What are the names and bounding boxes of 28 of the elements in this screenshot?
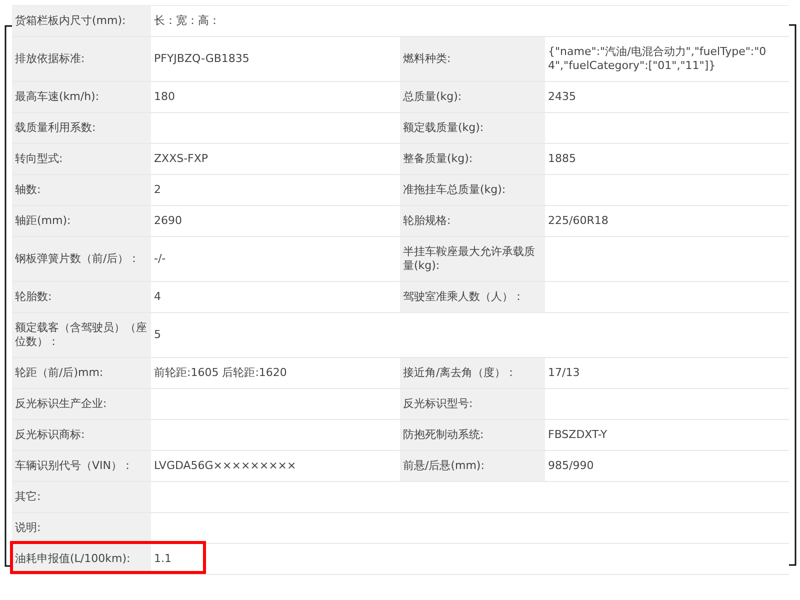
label-cell: 车辆识别代号（VIN）： (12, 451, 151, 481)
label-cell: 准拖挂车总质量(kg): (400, 175, 545, 205)
label-cell: 轮距（前/后)mm: (12, 358, 151, 388)
label-cell: 轮胎规格: (400, 206, 545, 236)
label-cell: 其它: (12, 482, 151, 512)
label-cell: 轴数: (12, 175, 151, 205)
label-cell: 燃料种类: (400, 37, 545, 81)
label-cell: 防抱死制动系统: (400, 420, 545, 450)
label-cell: 反光标识生产企业: (12, 389, 151, 419)
label-cell: 前悬/后悬(mm): (400, 451, 545, 481)
label-cell: 轮胎数: (12, 282, 151, 312)
label-cell: 反光标识型号: (400, 389, 545, 419)
label-cell: 轴距(mm): (12, 206, 151, 236)
label-cell: 转向型式: (12, 144, 151, 174)
label-cell: 载质量利用系数: (12, 113, 151, 143)
label-cell: 钢板弹簧片数（前/后）： (12, 237, 151, 281)
label-cell: 额定载质量(kg): (400, 113, 545, 143)
label-cell: 半挂车鞍座最大允许承载质量(kg): (400, 237, 545, 281)
label-cell: 说明: (12, 513, 151, 543)
label-cell: 反光标识商标: (12, 420, 151, 450)
label-cell: 最高车速(km/h): (12, 82, 151, 112)
label-cell: 总质量(kg): (400, 82, 545, 112)
label-cell: 接近角/离去角（度）： (400, 358, 545, 388)
label-cell: 整备质量(kg): (400, 144, 545, 174)
label-cell: 排放依据标准: (12, 37, 151, 81)
label-cell: 驾驶室准乘人数（人）： (400, 282, 545, 312)
label-cell: 货箱栏板内尺寸(mm): (12, 6, 151, 36)
label-cell: 额定载客（含驾驶员）（座位数）： (12, 313, 151, 357)
